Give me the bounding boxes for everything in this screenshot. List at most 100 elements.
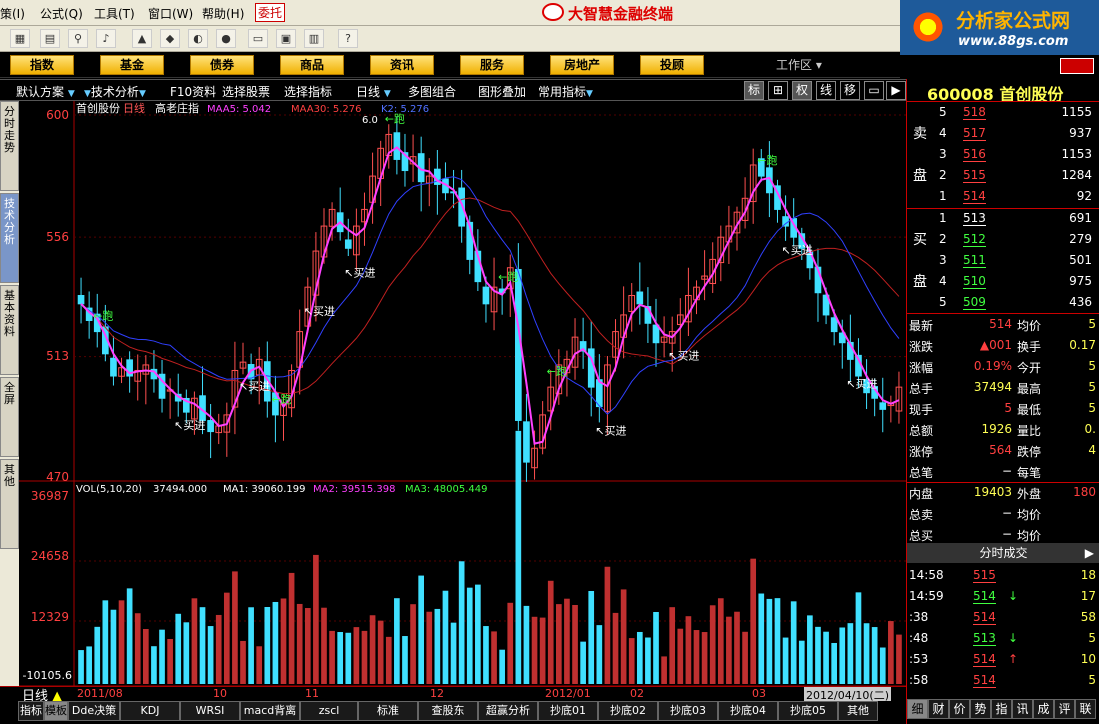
quote-bottom-tab[interactable]: 成 bbox=[1033, 699, 1054, 719]
buy-level-row[interactable]: 2 512 279 bbox=[907, 229, 1099, 250]
menu-trade-button[interactable]: 委托 bbox=[255, 3, 286, 22]
quote-bottom-tab[interactable]: 指 bbox=[991, 699, 1012, 719]
sell-level-row[interactable]: 1 514 92 bbox=[907, 186, 1099, 207]
indicator-tab[interactable]: 指标 bbox=[18, 701, 44, 721]
quote-stat-row[interactable]: 现手 5 最低 5 bbox=[907, 398, 1099, 419]
trade-tick-row[interactable]: :53 514 ↑ 10 bbox=[907, 649, 1099, 670]
tab-basic-info[interactable]: 基本资料 bbox=[0, 285, 19, 375]
quote-bottom-tab[interactable]: 细 bbox=[907, 699, 928, 719]
buy-level-row[interactable]: 3 511 501 bbox=[907, 250, 1099, 271]
indicator-tab[interactable]: 查股东 bbox=[418, 701, 478, 721]
common-indicator-dropdown[interactable]: 常用指标▼ bbox=[538, 83, 593, 100]
ticks-title[interactable]: 分时成交 ▶ bbox=[907, 543, 1099, 563]
nav-advisor-button[interactable]: 投顾 bbox=[640, 55, 704, 75]
menu-item-help[interactable]: 帮助(H) bbox=[202, 5, 244, 22]
quote-stat-row[interactable]: 总笔 − 每笔 bbox=[907, 461, 1099, 482]
tech-analysis-dropdown[interactable]: ▼技术分析▼ bbox=[84, 83, 146, 100]
sell-level-row[interactable]: 2 515 1284 bbox=[907, 165, 1099, 186]
overlay-button[interactable]: 图形叠加 bbox=[478, 83, 526, 100]
grid-icon[interactable]: ▤ bbox=[40, 29, 60, 48]
tab-other[interactable]: 其他 bbox=[0, 459, 19, 549]
kline-icon[interactable]: ▦ bbox=[10, 29, 30, 48]
mark-toggle[interactable]: 标 bbox=[744, 81, 764, 100]
buy-level-row[interactable]: 5 509 436 bbox=[907, 292, 1099, 313]
indicator-tab[interactable]: KDJ bbox=[120, 701, 180, 721]
menu-item-formula[interactable]: 公式(Q) bbox=[40, 5, 83, 22]
indicator-tab[interactable]: 抄底03 bbox=[658, 701, 718, 721]
quote-bottom-tab[interactable]: 价 bbox=[949, 699, 970, 719]
quote-bottom-tab[interactable]: 联 bbox=[1075, 699, 1096, 719]
trade-tick-row[interactable]: 14:58 515 18 bbox=[907, 565, 1099, 586]
quote-stat-row[interactable]: 内盘 19403 外盘 180 bbox=[907, 482, 1099, 503]
indicator-tab[interactable]: zscl bbox=[300, 701, 358, 721]
tab-technical[interactable]: 技术分析 bbox=[0, 193, 19, 283]
copy-icon[interactable]: ▭ bbox=[248, 29, 268, 48]
window-icon[interactable]: ▣ bbox=[276, 29, 296, 48]
quote-stat-row[interactable]: 最新 514 均价 5 bbox=[907, 314, 1099, 335]
indicator-tab[interactable]: 超赢分析 bbox=[478, 701, 538, 721]
quote-stat-row[interactable]: 涨跌 ▲001 换手 0.17 bbox=[907, 335, 1099, 356]
f10-button[interactable]: F10资料 bbox=[170, 83, 216, 100]
select-stock-button[interactable]: 选择股票 bbox=[222, 83, 270, 100]
trade-tick-row[interactable]: :48 513 ↓ 5 bbox=[907, 628, 1099, 649]
kline-chart-panel[interactable]: ↖买进↖买进↖买进↖买进↖买进↖买进↖买进↖买进↖买进←跑←跑←跑←跑←跑←跑 … bbox=[19, 101, 942, 687]
nav-commodity-button[interactable]: 商品 bbox=[280, 55, 344, 75]
quote-stat-row[interactable]: 涨停 564 跌停 4 bbox=[907, 440, 1099, 461]
quote-stat-row[interactable]: 总买 − 均价 bbox=[907, 524, 1099, 545]
nav-realestate-button[interactable]: 房地产 bbox=[550, 55, 614, 75]
indicator-tab[interactable]: 抄底05 bbox=[778, 701, 838, 721]
panel-toggle-icon[interactable]: ▶ bbox=[886, 81, 906, 100]
rights-toggle[interactable]: 权 bbox=[792, 81, 812, 100]
nav-bond-button[interactable]: 债券 bbox=[190, 55, 254, 75]
sell-level-row[interactable]: 5 518 1155 bbox=[907, 102, 1099, 123]
binoculars-icon[interactable]: ⚲ bbox=[68, 29, 88, 48]
menu-item-strategy[interactable]: 策(I) bbox=[0, 5, 25, 22]
quote-stat-row[interactable]: 总额 1926 量比 0. bbox=[907, 419, 1099, 440]
books-icon[interactable]: ▥ bbox=[304, 29, 324, 48]
indicator-tab[interactable]: macd背离 bbox=[240, 701, 300, 721]
indicator-tab[interactable]: 抄底02 bbox=[598, 701, 658, 721]
menu-item-tools[interactable]: 工具(T) bbox=[94, 5, 135, 22]
tab-intraday[interactable]: 分时走势 bbox=[0, 101, 19, 191]
trade-tick-row[interactable]: 14:59 514 ↓ 17 bbox=[907, 586, 1099, 607]
move-toggle[interactable]: 移 bbox=[840, 81, 860, 100]
period-dropdown[interactable]: 日线 ▼ bbox=[356, 83, 391, 100]
shape-icon[interactable]: ◐ bbox=[188, 29, 208, 48]
quote-bottom-tab[interactable]: 势 bbox=[970, 699, 991, 719]
quote-stat-row[interactable]: 总手 37494 最高 5 bbox=[907, 377, 1099, 398]
workarea-label[interactable]: 工作区 ▾ bbox=[776, 56, 822, 73]
grid-toggle-icon[interactable]: ⊞ bbox=[768, 81, 788, 100]
indicator-tab[interactable]: 抄底01 bbox=[538, 701, 598, 721]
quote-stat-row[interactable]: 总卖 − 均价 bbox=[907, 503, 1099, 524]
trade-tick-row[interactable]: :38 514 58 bbox=[907, 607, 1099, 628]
indicator-tab[interactable]: 标准 bbox=[358, 701, 418, 721]
buy-level-row[interactable]: 4 510 975 bbox=[907, 271, 1099, 292]
nav-fund-button[interactable]: 基金 bbox=[100, 55, 164, 75]
sell-level-row[interactable]: 3 516 1153 bbox=[907, 144, 1099, 165]
restore-icon[interactable]: ▭ bbox=[864, 81, 884, 100]
chart-icon[interactable]: ▲ bbox=[132, 29, 152, 48]
line-toggle[interactable]: 线 bbox=[816, 81, 836, 100]
buy-level-row[interactable]: 1 513 691 bbox=[907, 208, 1099, 229]
quote-bottom-tab[interactable]: 财 bbox=[928, 699, 949, 719]
multi-chart-button[interactable]: 多图组合 bbox=[408, 83, 456, 100]
indicator-tab[interactable]: WRSI bbox=[180, 701, 240, 721]
scheme-dropdown[interactable]: 默认方案 ▼ bbox=[16, 83, 75, 100]
quote-bottom-tab[interactable]: 评 bbox=[1054, 699, 1075, 719]
help-pointer-icon[interactable]: ? bbox=[338, 29, 358, 48]
trade-tick-row[interactable]: :58 514 5 bbox=[907, 670, 1099, 691]
indicator-tab[interactable]: 模板 bbox=[44, 701, 68, 721]
quote-stat-row[interactable]: 涨幅 0.19% 今开 5 bbox=[907, 356, 1099, 377]
nav-index-button[interactable]: 指数 bbox=[10, 55, 74, 75]
indicator-tab[interactable]: Dde决策 bbox=[68, 701, 120, 721]
tab-fullscreen[interactable]: 全屏 bbox=[0, 377, 19, 457]
sell-level-row[interactable]: 4 517 937 bbox=[907, 123, 1099, 144]
menu-item-window[interactable]: 窗口(W) bbox=[148, 5, 193, 22]
diamond-icon[interactable]: ◆ bbox=[160, 29, 180, 48]
circle-icon[interactable]: ● bbox=[216, 29, 236, 48]
sound-icon[interactable]: ♪ bbox=[96, 29, 116, 48]
nav-service-button[interactable]: 服务 bbox=[460, 55, 524, 75]
nav-news-button[interactable]: 资讯 bbox=[370, 55, 434, 75]
quote-bottom-tab[interactable]: 讯 bbox=[1012, 699, 1033, 719]
indicator-tab[interactable]: 抄底04 bbox=[718, 701, 778, 721]
